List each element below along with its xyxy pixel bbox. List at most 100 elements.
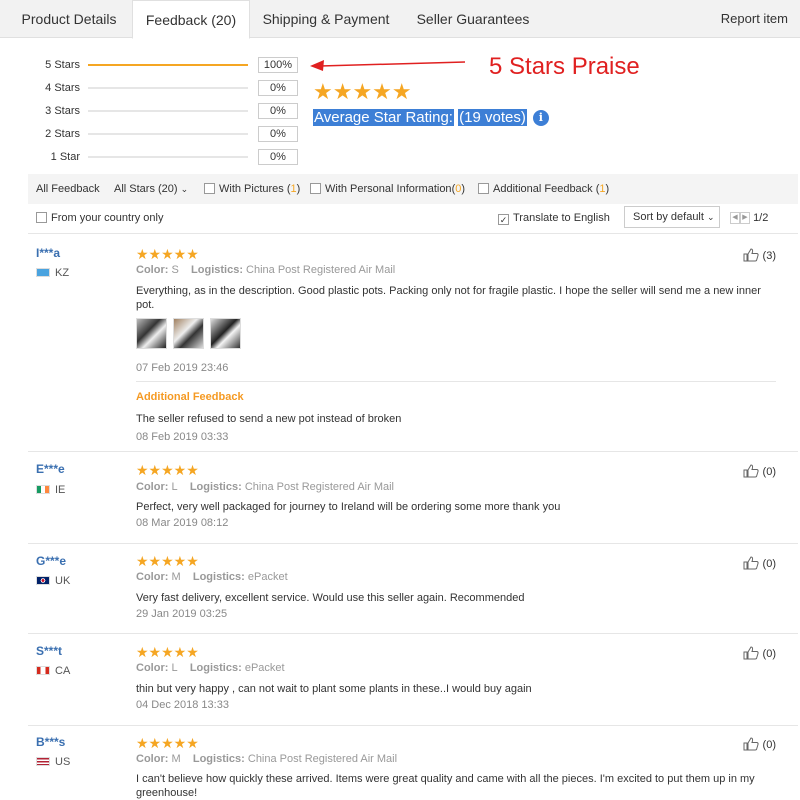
review-item: S***t CA ★★★★★ Color: L Logistics: ePack… (28, 634, 798, 726)
filter-with-pictures-label: With Pictures (219, 183, 284, 195)
filter-all-stars-label: All Stars (20) (114, 183, 178, 195)
average-rating-label: Average Star Rating: (313, 109, 454, 126)
rating-bar (88, 64, 248, 66)
rating-bar (88, 156, 248, 158)
rating-percent: 0% (258, 103, 298, 119)
tab-shipping-payment[interactable]: Shipping & Payment (250, 0, 402, 38)
review-meta: Color: M Logistics: ePacket (136, 571, 288, 583)
helpful-button[interactable]: (0) (743, 737, 776, 751)
review-text: Perfect, very well packaged for journey … (136, 501, 561, 513)
review-text: thin but very happy , can not wait to pl… (136, 683, 532, 695)
filter-with-personal-info[interactable]: With Personal Information(0) (310, 174, 465, 204)
tab-seller-guarantees[interactable]: Seller Guarantees (402, 0, 544, 38)
checkbox[interactable] (478, 183, 489, 194)
logistics-value: ePacket (247, 571, 288, 583)
tab-product-details[interactable]: Product Details (0, 0, 138, 38)
rating-percent: 0% (258, 80, 298, 96)
reviewer-name[interactable]: E***e (36, 462, 65, 476)
tab-bar: Product Details Feedback (20) Shipping &… (0, 0, 800, 39)
reviewer-name[interactable]: I***a (36, 246, 60, 260)
thumbs-up-icon (743, 464, 760, 478)
reviewer-name[interactable]: B***s (36, 735, 65, 749)
reviewer-country: IE (36, 484, 65, 496)
filter-count: 1 (599, 183, 606, 195)
additional-feedback-label: Additional Feedback (136, 391, 244, 403)
info-icon[interactable]: i (532, 110, 549, 127)
divider (136, 381, 776, 382)
review-date: 04 Dec 2018 13:33 (136, 699, 229, 711)
checkbox[interactable] (204, 183, 215, 194)
filter-additional-label: Additional Feedback (493, 183, 593, 195)
filter-all-stars-dropdown[interactable]: All Stars (20) ⌄ (114, 174, 188, 204)
filter-additional-feedback[interactable]: Additional Feedback (1) (478, 174, 609, 204)
thumbs-up-icon (743, 646, 760, 660)
color-value: L (171, 481, 178, 493)
review-item: G***e UK ★★★★★ Color: M Logistics: ePack… (28, 544, 798, 634)
tab-feedback[interactable]: Feedback (20) (132, 0, 250, 39)
sort-dropdown[interactable]: Sort by default ⌄ (624, 206, 720, 228)
flag-us-icon (36, 757, 50, 766)
filter-all-feedback[interactable]: All Feedback (36, 174, 100, 204)
sort-label: Sort by default (633, 211, 704, 223)
helpful-count: (0) (762, 739, 776, 751)
filter-with-pictures[interactable]: With Pictures (1) (204, 174, 300, 204)
helpful-button[interactable]: (0) (743, 464, 776, 478)
flag-kz-icon (36, 268, 50, 277)
rating-percent: 0% (258, 126, 298, 142)
from-country-option[interactable]: From your country only (36, 212, 163, 224)
review-stars: ★★★★★ (136, 735, 199, 751)
thumbs-up-icon (743, 737, 760, 751)
thumbs-up-icon (743, 248, 760, 262)
average-rating: Average Star Rating: (19 votes) i (313, 109, 549, 127)
helpful-count: (3) (762, 250, 776, 262)
flag-ie-icon (36, 485, 50, 494)
helpful-count: (0) (762, 648, 776, 660)
reviewer-name[interactable]: G***e (36, 554, 66, 568)
review-meta: Color: M Logistics: China Post Registere… (136, 753, 397, 765)
review-stars: ★★★★★ (136, 553, 199, 569)
translate-option[interactable]: Translate to English (498, 212, 610, 225)
rating-bar (88, 87, 248, 89)
checkbox[interactable] (310, 183, 321, 194)
filter-count: 0 (455, 183, 462, 195)
color-value: S (171, 264, 179, 276)
checkbox[interactable] (36, 212, 47, 223)
rating-label: 1 Star (50, 151, 80, 163)
additional-feedback-date: 08 Feb 2019 03:33 (136, 431, 229, 443)
review-date: 29 Jan 2019 03:25 (136, 608, 228, 620)
color-label: Color: (136, 481, 169, 493)
average-rating-votes: (19 votes) (458, 109, 527, 126)
color-label: Color: (136, 264, 169, 276)
page-indicator: 1/2 (753, 212, 769, 224)
review-photo-thumbnail[interactable] (136, 318, 167, 349)
rating-bar (88, 110, 248, 112)
helpful-button[interactable]: (0) (743, 556, 776, 570)
flag-uk-icon (36, 576, 50, 585)
filter-count: 1 (290, 183, 297, 195)
color-label: Color: (136, 753, 169, 765)
rating-percent: 0% (258, 149, 298, 165)
checkbox-checked[interactable] (498, 214, 509, 225)
review-photo-thumbnail[interactable] (210, 318, 241, 349)
from-country-label: From your country only (51, 212, 164, 224)
reviewer-country: CA (36, 665, 70, 677)
helpful-button[interactable]: (3) (743, 248, 776, 262)
next-page-button[interactable]: ▶ (740, 212, 750, 225)
chevron-down-icon: ⌄ (180, 184, 189, 194)
rating-bar-fill (88, 64, 248, 66)
color-value: L (171, 662, 178, 674)
review-photo-thumbnail[interactable] (173, 318, 204, 349)
prev-page-button[interactable]: ◀ (730, 212, 740, 225)
review-stars: ★★★★★ (136, 246, 199, 262)
helpful-button[interactable]: (0) (743, 646, 776, 660)
flag-ca-icon (36, 666, 50, 675)
review-meta: Color: L Logistics: China Post Registere… (136, 481, 394, 493)
review-item: B***s US ★★★★★ Color: M Logistics: China… (28, 726, 798, 800)
logistics-value: China Post Registered Air Mail (244, 481, 395, 493)
review-item: E***e IE ★★★★★ Color: L Logistics: China… (28, 452, 798, 544)
report-item-link[interactable]: Report item (721, 0, 788, 38)
review-item: I***a KZ ★★★★★ Color: S Logistics: China… (28, 236, 798, 452)
logistics-value: China Post Registered Air Mail (246, 264, 396, 276)
reviewer-name[interactable]: S***t (36, 644, 62, 658)
feedback-options-row: From your country only Translate to Engl… (28, 206, 798, 234)
